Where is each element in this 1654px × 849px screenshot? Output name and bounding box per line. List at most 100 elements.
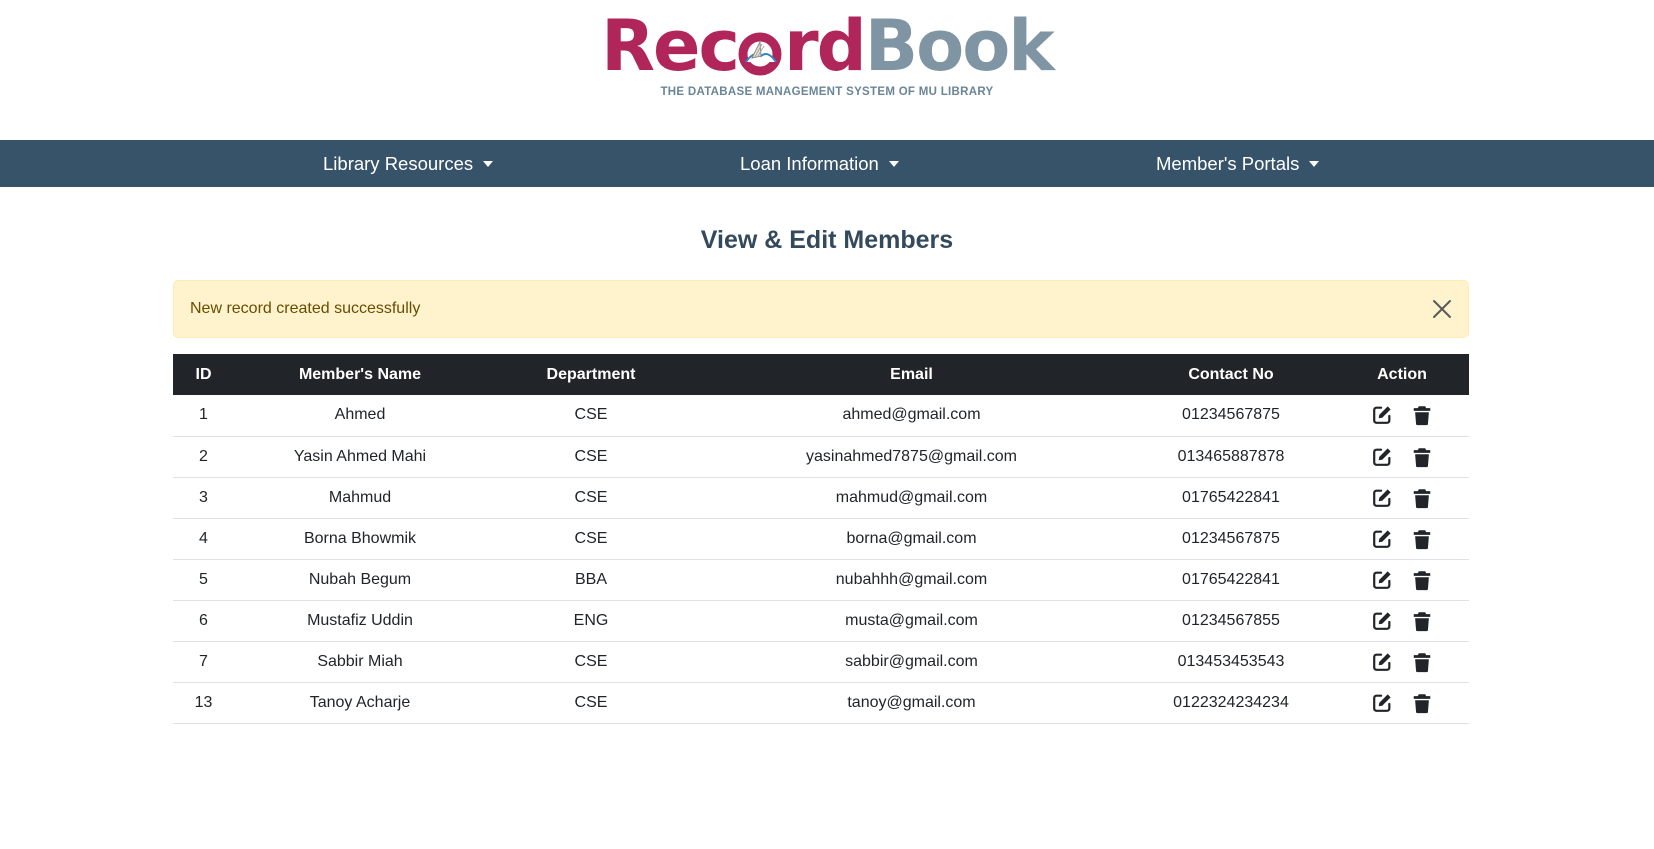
table-row: 4 Borna Bhowmik CSE borna@gmail.com 0123…: [173, 518, 1469, 560]
cell-member-name: Ahmed: [234, 395, 486, 437]
action-buttons: [1371, 683, 1433, 723]
logo-record-part2: rd: [784, 5, 867, 87]
trash-icon[interactable]: [1411, 404, 1433, 426]
cell-id: 4: [173, 518, 234, 560]
cell-email: tanoy@gmail.com: [696, 682, 1127, 724]
cell-action: [1335, 518, 1469, 560]
cell-department: CSE: [486, 477, 696, 519]
edit-icon[interactable]: [1371, 487, 1393, 509]
action-buttons: [1371, 519, 1433, 559]
header-contact-no: Contact No: [1127, 354, 1335, 395]
cell-id: 5: [173, 559, 234, 601]
cell-email: sabbir@gmail.com: [696, 641, 1127, 683]
nav-loan-information-dropdown[interactable]: Loan Information: [740, 140, 899, 187]
cell-id: 7: [173, 641, 234, 683]
cell-id: 2: [173, 436, 234, 478]
logo-book-text: Book: [864, 5, 1055, 87]
table-body: 1 Ahmed CSE ahmed@gmail.com 01234567875: [173, 395, 1469, 724]
edit-icon[interactable]: [1371, 651, 1393, 673]
cell-email: musta@gmail.com: [696, 600, 1127, 642]
table-row: 3 Mahmud CSE mahmud@gmail.com 0176542284…: [173, 477, 1469, 519]
action-buttons: [1371, 560, 1433, 600]
cell-member-name: Borna Bhowmik: [234, 518, 486, 560]
alert-message: New record created successfully: [190, 300, 421, 317]
cell-department: BBA: [486, 559, 696, 601]
success-alert: New record created successfully: [173, 280, 1469, 338]
action-buttons: [1371, 395, 1433, 436]
cell-contact-no: 01234567875: [1127, 395, 1335, 437]
cell-contact-no: 013465887878: [1127, 436, 1335, 478]
cell-contact-no: 01765422841: [1127, 559, 1335, 601]
cell-id: 1: [173, 395, 234, 437]
page-title: View & Edit Members: [700, 226, 954, 254]
header-action: Action: [1335, 354, 1469, 395]
caret-down-icon: [1309, 160, 1320, 167]
main-navbar: Library Resources Loan Information Membe…: [0, 140, 1654, 187]
cell-department: CSE: [486, 436, 696, 478]
action-buttons: [1371, 478, 1433, 518]
header-department: Department: [486, 354, 696, 395]
cell-contact-no: 01234567875: [1127, 518, 1335, 560]
action-buttons: [1371, 437, 1433, 477]
cell-email: mahmud@gmail.com: [696, 477, 1127, 519]
close-icon[interactable]: [1430, 297, 1454, 321]
logo-record-part1: Rec: [601, 5, 740, 87]
cell-email: ahmed@gmail.com: [696, 395, 1127, 437]
members-table: ID Member's Name Department Email Contac…: [173, 354, 1469, 724]
logo-book-mark: o: [738, 10, 784, 82]
cell-email: nubahhh@gmail.com: [696, 559, 1127, 601]
cell-member-name: Mahmud: [234, 477, 486, 519]
cell-action: [1335, 641, 1469, 683]
cell-action: [1335, 436, 1469, 478]
members-table-container: ID Member's Name Department Email Contac…: [173, 354, 1469, 724]
caret-down-icon: [888, 160, 899, 167]
edit-icon[interactable]: [1371, 569, 1393, 591]
table-row: 7 Sabbir Miah CSE sabbir@gmail.com 01345…: [173, 641, 1469, 683]
nav-loan-information-label: Loan Information: [740, 153, 879, 174]
cell-action: [1335, 559, 1469, 601]
trash-icon[interactable]: [1411, 610, 1433, 632]
trash-icon[interactable]: [1411, 569, 1433, 591]
header-id: ID: [173, 354, 234, 395]
edit-icon[interactable]: [1371, 404, 1393, 426]
edit-icon[interactable]: [1371, 610, 1393, 632]
logo: Reco rdBook THE DATABASE MANAGEMENT SYST…: [0, 10, 1654, 98]
open-book-icon: [738, 32, 782, 76]
trash-icon[interactable]: [1411, 446, 1433, 468]
cell-department: CSE: [486, 518, 696, 560]
cell-member-name: Yasin Ahmed Mahi: [234, 436, 486, 478]
cell-member-name: Nubah Begum: [234, 559, 486, 601]
nav-members-portals-dropdown[interactable]: Member's Portals: [1156, 140, 1320, 187]
nav-library-resources-dropdown[interactable]: Library Resources: [323, 140, 494, 187]
edit-icon[interactable]: [1371, 528, 1393, 550]
table-row: 6 Mustafiz Uddin ENG musta@gmail.com 012…: [173, 600, 1469, 642]
edit-icon[interactable]: [1371, 692, 1393, 714]
cell-id: 3: [173, 477, 234, 519]
cell-email: yasinahmed7875@gmail.com: [696, 436, 1127, 478]
cell-contact-no: 01234567855: [1127, 600, 1335, 642]
cell-department: CSE: [486, 395, 696, 437]
table-row: 5 Nubah Begum BBA nubahhh@gmail.com 0176…: [173, 559, 1469, 601]
table-header-row: ID Member's Name Department Email Contac…: [173, 354, 1469, 395]
nav-members-portals-label: Member's Portals: [1156, 153, 1300, 174]
trash-icon[interactable]: [1411, 487, 1433, 509]
cell-contact-no: 013453453543: [1127, 641, 1335, 683]
table-row: 2 Yasin Ahmed Mahi CSE yasinahmed7875@gm…: [173, 436, 1469, 478]
cell-action: [1335, 600, 1469, 642]
cell-action: [1335, 395, 1469, 437]
logo-tagline: THE DATABASE MANAGEMENT SYSTEM OF MU LIB…: [660, 86, 994, 98]
logo-wordmark: Reco rdBook: [601, 10, 1055, 82]
cell-department: CSE: [486, 682, 696, 724]
caret-down-icon: [483, 160, 494, 167]
trash-icon[interactable]: [1411, 651, 1433, 673]
header-email: Email: [696, 354, 1127, 395]
cell-department: CSE: [486, 641, 696, 683]
edit-icon[interactable]: [1371, 446, 1393, 468]
trash-icon[interactable]: [1411, 528, 1433, 550]
trash-icon[interactable]: [1411, 692, 1433, 714]
nav-library-resources-label: Library Resources: [323, 153, 474, 174]
table-row: 1 Ahmed CSE ahmed@gmail.com 01234567875: [173, 395, 1469, 437]
cell-action: [1335, 682, 1469, 724]
cell-id: 6: [173, 600, 234, 642]
cell-member-name: Sabbir Miah: [234, 641, 486, 683]
